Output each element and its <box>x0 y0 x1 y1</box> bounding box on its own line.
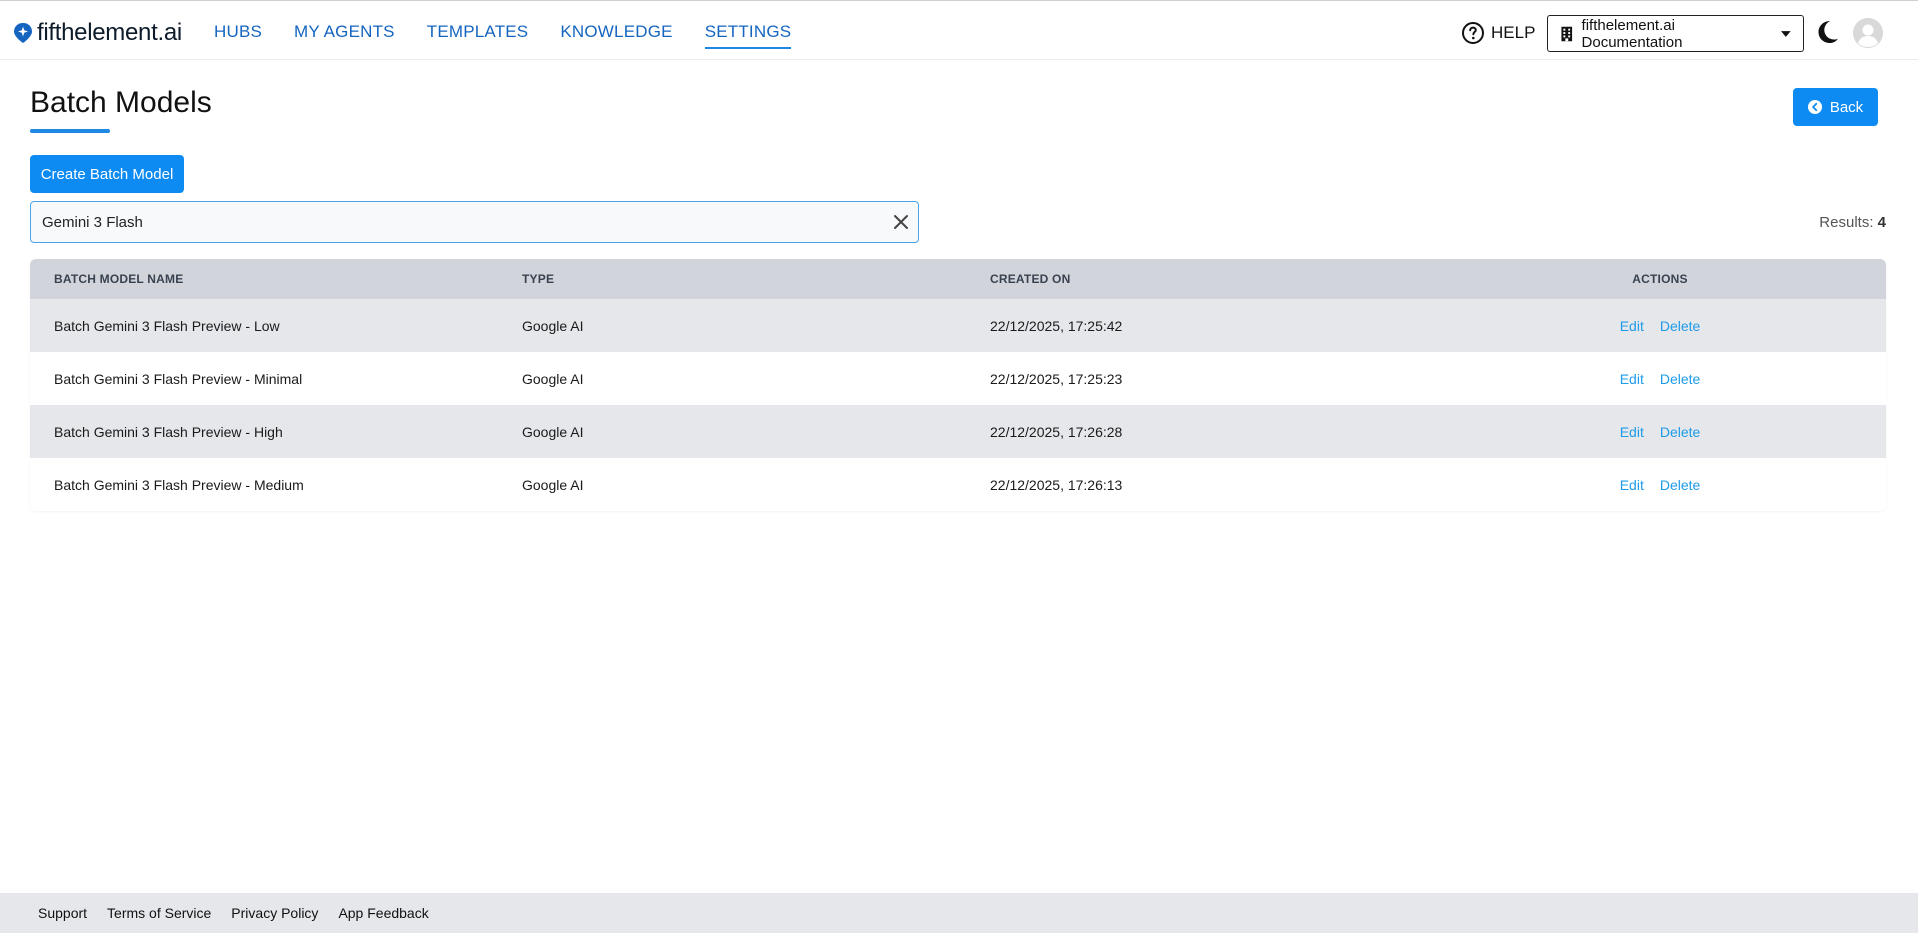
delete-link[interactable]: Delete <box>1660 371 1700 387</box>
delete-link[interactable]: Delete <box>1660 318 1700 334</box>
cell-type: Google AI <box>522 317 584 334</box>
results-label: Results: <box>1819 214 1874 231</box>
search-box <box>30 201 919 243</box>
column-header-name[interactable]: BATCH MODEL NAME <box>30 272 498 286</box>
cell-actions: Edit Delete <box>1434 371 1886 387</box>
cell-created-on: 22/12/2025, 17:25:23 <box>990 370 1123 387</box>
column-header-type[interactable]: TYPE <box>498 272 966 286</box>
edit-link[interactable]: Edit <box>1620 477 1644 493</box>
delete-link[interactable]: Delete <box>1660 424 1700 440</box>
table-row: Batch Gemini 3 Flash Preview - High Goog… <box>30 405 1886 458</box>
nav-item-knowledge[interactable]: KNOWLEDGE <box>560 22 672 49</box>
cell-actions: Edit Delete <box>1434 477 1886 493</box>
cell-type: Google AI <box>522 476 584 493</box>
cell-type: Google AI <box>522 370 584 387</box>
table-row: Batch Gemini 3 Flash Preview - Minimal G… <box>30 352 1886 405</box>
cell-created-on: 22/12/2025, 17:25:42 <box>990 317 1123 334</box>
nav-item-settings[interactable]: SETTINGS <box>704 22 792 49</box>
page-title: Batch Models <box>30 86 212 119</box>
close-icon <box>894 215 908 229</box>
create-batch-model-button[interactable]: Create Batch Model <box>30 155 184 193</box>
avatar-icon <box>1853 18 1883 48</box>
results-count: Results: 4 <box>1819 214 1886 231</box>
edit-link[interactable]: Edit <box>1620 371 1644 387</box>
top-navbar: fifthelement.ai HUBS MY AGENTS TEMPLATES… <box>0 0 1918 60</box>
footer-link-privacy[interactable]: Privacy Policy <box>231 905 318 921</box>
cell-name: Batch Gemini 3 Flash Preview - High <box>54 423 283 440</box>
footer-link-terms[interactable]: Terms of Service <box>107 905 211 921</box>
cell-created-on: 22/12/2025, 17:26:13 <box>990 476 1123 493</box>
footer: Support Terms of Service Privacy Policy … <box>0 893 1918 933</box>
nav-item-my-agents[interactable]: MY AGENTS <box>294 22 395 49</box>
workspace-label: fifthelement.ai Documentation <box>1581 16 1683 51</box>
batch-models-table: BATCH MODEL NAME TYPE CREATED ON ACTIONS… <box>30 259 1886 511</box>
nav-item-templates[interactable]: TEMPLATES <box>427 22 529 49</box>
clear-search-button[interactable] <box>890 211 912 233</box>
cell-actions: Edit Delete <box>1434 318 1886 334</box>
cell-actions: Edit Delete <box>1434 424 1886 440</box>
moon-icon[interactable] <box>1814 19 1840 45</box>
help-label: HELP <box>1491 23 1536 42</box>
column-header-actions: ACTIONS <box>1632 272 1688 286</box>
cell-name: Batch Gemini 3 Flash Preview - Medium <box>54 476 304 493</box>
cell-type: Google AI <box>522 423 584 440</box>
arrow-left-circle-icon <box>1807 100 1822 114</box>
logo-icon <box>14 23 32 43</box>
back-button[interactable]: Back <box>1793 88 1878 126</box>
brand-logo[interactable]: fifthelement.ai <box>13 19 182 47</box>
cell-name: Batch Gemini 3 Flash Preview - Minimal <box>54 370 303 387</box>
back-label: Back <box>1829 98 1864 116</box>
building-icon <box>1561 26 1573 41</box>
help-button[interactable]: HELP <box>1461 21 1535 45</box>
edit-link[interactable]: Edit <box>1620 318 1644 334</box>
caret-down-icon <box>1781 30 1791 37</box>
edit-link[interactable]: Edit <box>1620 424 1644 440</box>
search-input[interactable] <box>31 202 871 242</box>
brand-name: fifthelement.ai <box>37 19 182 46</box>
footer-link-feedback[interactable]: App Feedback <box>338 905 428 921</box>
table-row: Batch Gemini 3 Flash Preview - Low Googl… <box>30 299 1886 352</box>
avatar[interactable] <box>1853 18 1883 48</box>
table-row: Batch Gemini 3 Flash Preview - Medium Go… <box>30 458 1886 511</box>
delete-link[interactable]: Delete <box>1660 477 1700 493</box>
main-nav: HUBS MY AGENTS TEMPLATES KNOWLEDGE SETTI… <box>214 22 823 49</box>
title-underline <box>30 129 110 133</box>
results-number: 4 <box>1877 214 1886 231</box>
table-header: BATCH MODEL NAME TYPE CREATED ON ACTIONS <box>30 259 1886 299</box>
help-circle-icon <box>1462 22 1484 44</box>
cell-created-on: 22/12/2025, 17:26:28 <box>990 423 1123 440</box>
cell-name: Batch Gemini 3 Flash Preview - Low <box>54 317 280 334</box>
workspace-dropdown[interactable]: fifthelement.ai Documentation <box>1547 15 1804 52</box>
column-header-created-on[interactable]: CREATED ON <box>966 272 1434 286</box>
nav-item-hubs[interactable]: HUBS <box>214 22 262 49</box>
footer-link-support[interactable]: Support <box>38 905 87 921</box>
